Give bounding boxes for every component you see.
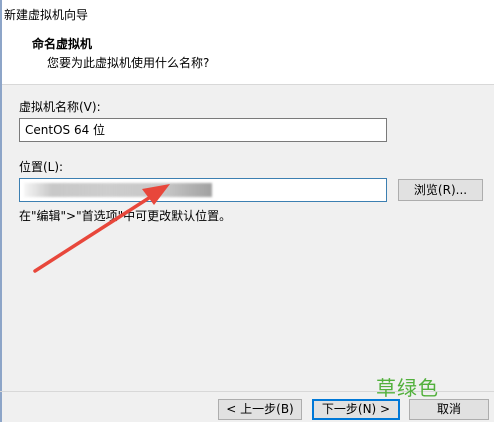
window-title: 新建虚拟机向导 (4, 8, 89, 22)
back-button[interactable]: < 上一步(B) (218, 399, 302, 420)
location-label: 位置(L): (19, 160, 64, 174)
location-input[interactable] (19, 178, 387, 202)
vm-name-label: 虚拟机名称(V): (19, 100, 101, 114)
title-bar: 新建虚拟机向导 (0, 0, 494, 27)
page-subtitle: 您要为此虚拟机使用什么名称? (47, 56, 210, 70)
browse-button[interactable]: 浏览(R)... (398, 179, 483, 201)
window-left-border (0, 0, 2, 422)
cancel-button[interactable]: 取消 (409, 399, 489, 420)
vm-name-input[interactable]: CentOS 64 位 (19, 118, 387, 142)
location-hint: 在"编辑">"首选项"中可更改默认位置。 (19, 209, 232, 223)
wizard-header: 命名虚拟机 您要为此虚拟机使用什么名称? (0, 27, 494, 85)
new-vm-wizard-window: 新建虚拟机向导 命名虚拟机 您要为此虚拟机使用什么名称? 虚拟机名称(V): C… (0, 0, 494, 422)
page-title: 命名虚拟机 (32, 37, 93, 51)
redacted-path-blur (24, 183, 212, 197)
watermark-text: 草绿色 (376, 376, 439, 400)
next-button[interactable]: 下一步(N) > (312, 399, 400, 420)
vm-name-value: CentOS 64 位 (25, 123, 106, 137)
